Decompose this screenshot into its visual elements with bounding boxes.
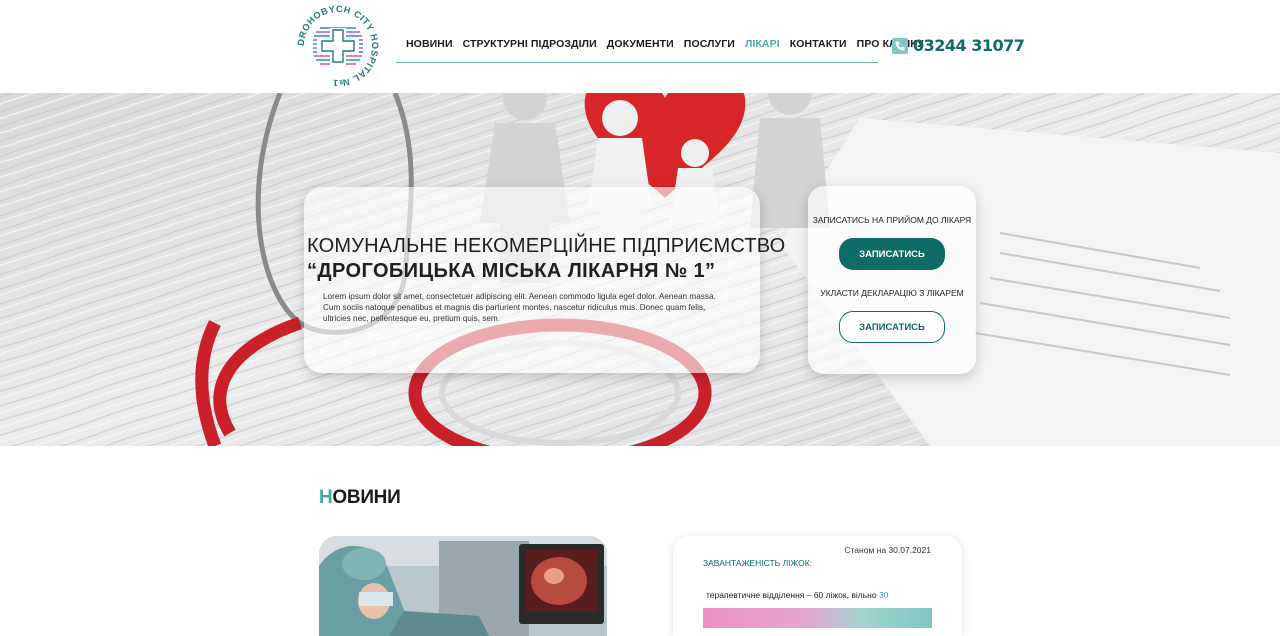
main-nav: НОВИНИ СТРУКТУРНІ ПІДРОЗДІЛИ ДОКУМЕНТИ П… <box>396 38 924 63</box>
nav-contacts[interactable]: КОНТАКТИ <box>790 38 847 50</box>
news-card-image[interactable] <box>319 536 607 636</box>
phone-icon <box>892 37 908 54</box>
hero-title-line1: КОМУНАЛЬНЕ НЕКОМЕРЦІЙНЕ ПІДПРИЄМСТВО <box>307 235 786 257</box>
phone-link[interactable]: 03244 31077 <box>892 36 1025 55</box>
bed-occupancy-bar <box>703 608 932 628</box>
bed-occupancy-free-count: 30 <box>878 590 889 600</box>
phone-number: 03244 31077 <box>913 36 1025 55</box>
declaration-button[interactable]: ЗАПИСАТИСЬ <box>839 311 945 343</box>
nav-doctors[interactable]: ЛІКАРІ <box>745 38 780 50</box>
bed-occupancy-title: ЗАВАНТАЖЕНІСТЬ ЛІЖОК: <box>703 558 813 568</box>
appointment-card: ЗАПИСАТИСЬ НА ПРИЙОМ ДО ЛІКАРЯ ЗАПИСАТИС… <box>808 186 976 374</box>
hospital-logo[interactable]: DROHOBYCH CITY HOSPITAL №1 <box>296 4 380 88</box>
bed-occupancy-row-text: терапевтичне відділення – 60 ліжок, віль… <box>706 590 879 600</box>
nav-structural-units[interactable]: СТРУКТУРНІ ПІДРОЗДІЛИ <box>463 38 597 50</box>
site-header: DROHOBYCH CITY HOSPITAL №1 НОВИНИ СТРУКТ… <box>0 0 1280 93</box>
surgery-photo <box>319 536 607 636</box>
hero-intro-card: КОМУНАЛЬНЕ НЕКОМЕРЦІЙНЕ ПІДПРИЄМСТВО “ДР… <box>304 187 785 373</box>
hero-banner: КОМУНАЛЬНЕ НЕКОМЕРЦІЙНЕ ПІДПРИЄМСТВО “ДР… <box>0 93 1280 446</box>
nav-services[interactable]: ПОСЛУГИ <box>684 38 735 50</box>
news-heading-first-letter: Н <box>319 487 333 508</box>
bed-occupancy-row: терапевтичне відділення – 60 ліжок, віль… <box>706 590 888 600</box>
hero-description: Lorem ipsum dolor sit amet, consectetuer… <box>323 292 716 323</box>
hero-title-line2: “ДРОГОБИЦЬКА МІСЬКА ЛІКАРНЯ № 1” <box>307 260 716 282</box>
bed-occupancy-card: Станом на 30.07.2021 ЗАВАНТАЖЕНІСТЬ ЛІЖО… <box>673 536 962 636</box>
appointment-button[interactable]: ЗАПИСАТИСЬ <box>839 238 945 270</box>
appointment-label: ЗАПИСАТИСЬ НА ПРИЙОМ ДО ЛІКАРЯ <box>812 215 972 225</box>
news-heading: НОВИНИ <box>319 487 401 509</box>
news-heading-rest: ОВИНИ <box>332 487 401 508</box>
nav-documents[interactable]: ДОКУМЕНТИ <box>607 38 674 50</box>
nav-news[interactable]: НОВИНИ <box>406 38 453 50</box>
declaration-label: УКЛАСТИ ДЕКЛАРАЦІЮ З ЛІКАРЕМ <box>820 288 964 298</box>
bed-occupancy-date: Станом на 30.07.2021 <box>844 545 931 555</box>
